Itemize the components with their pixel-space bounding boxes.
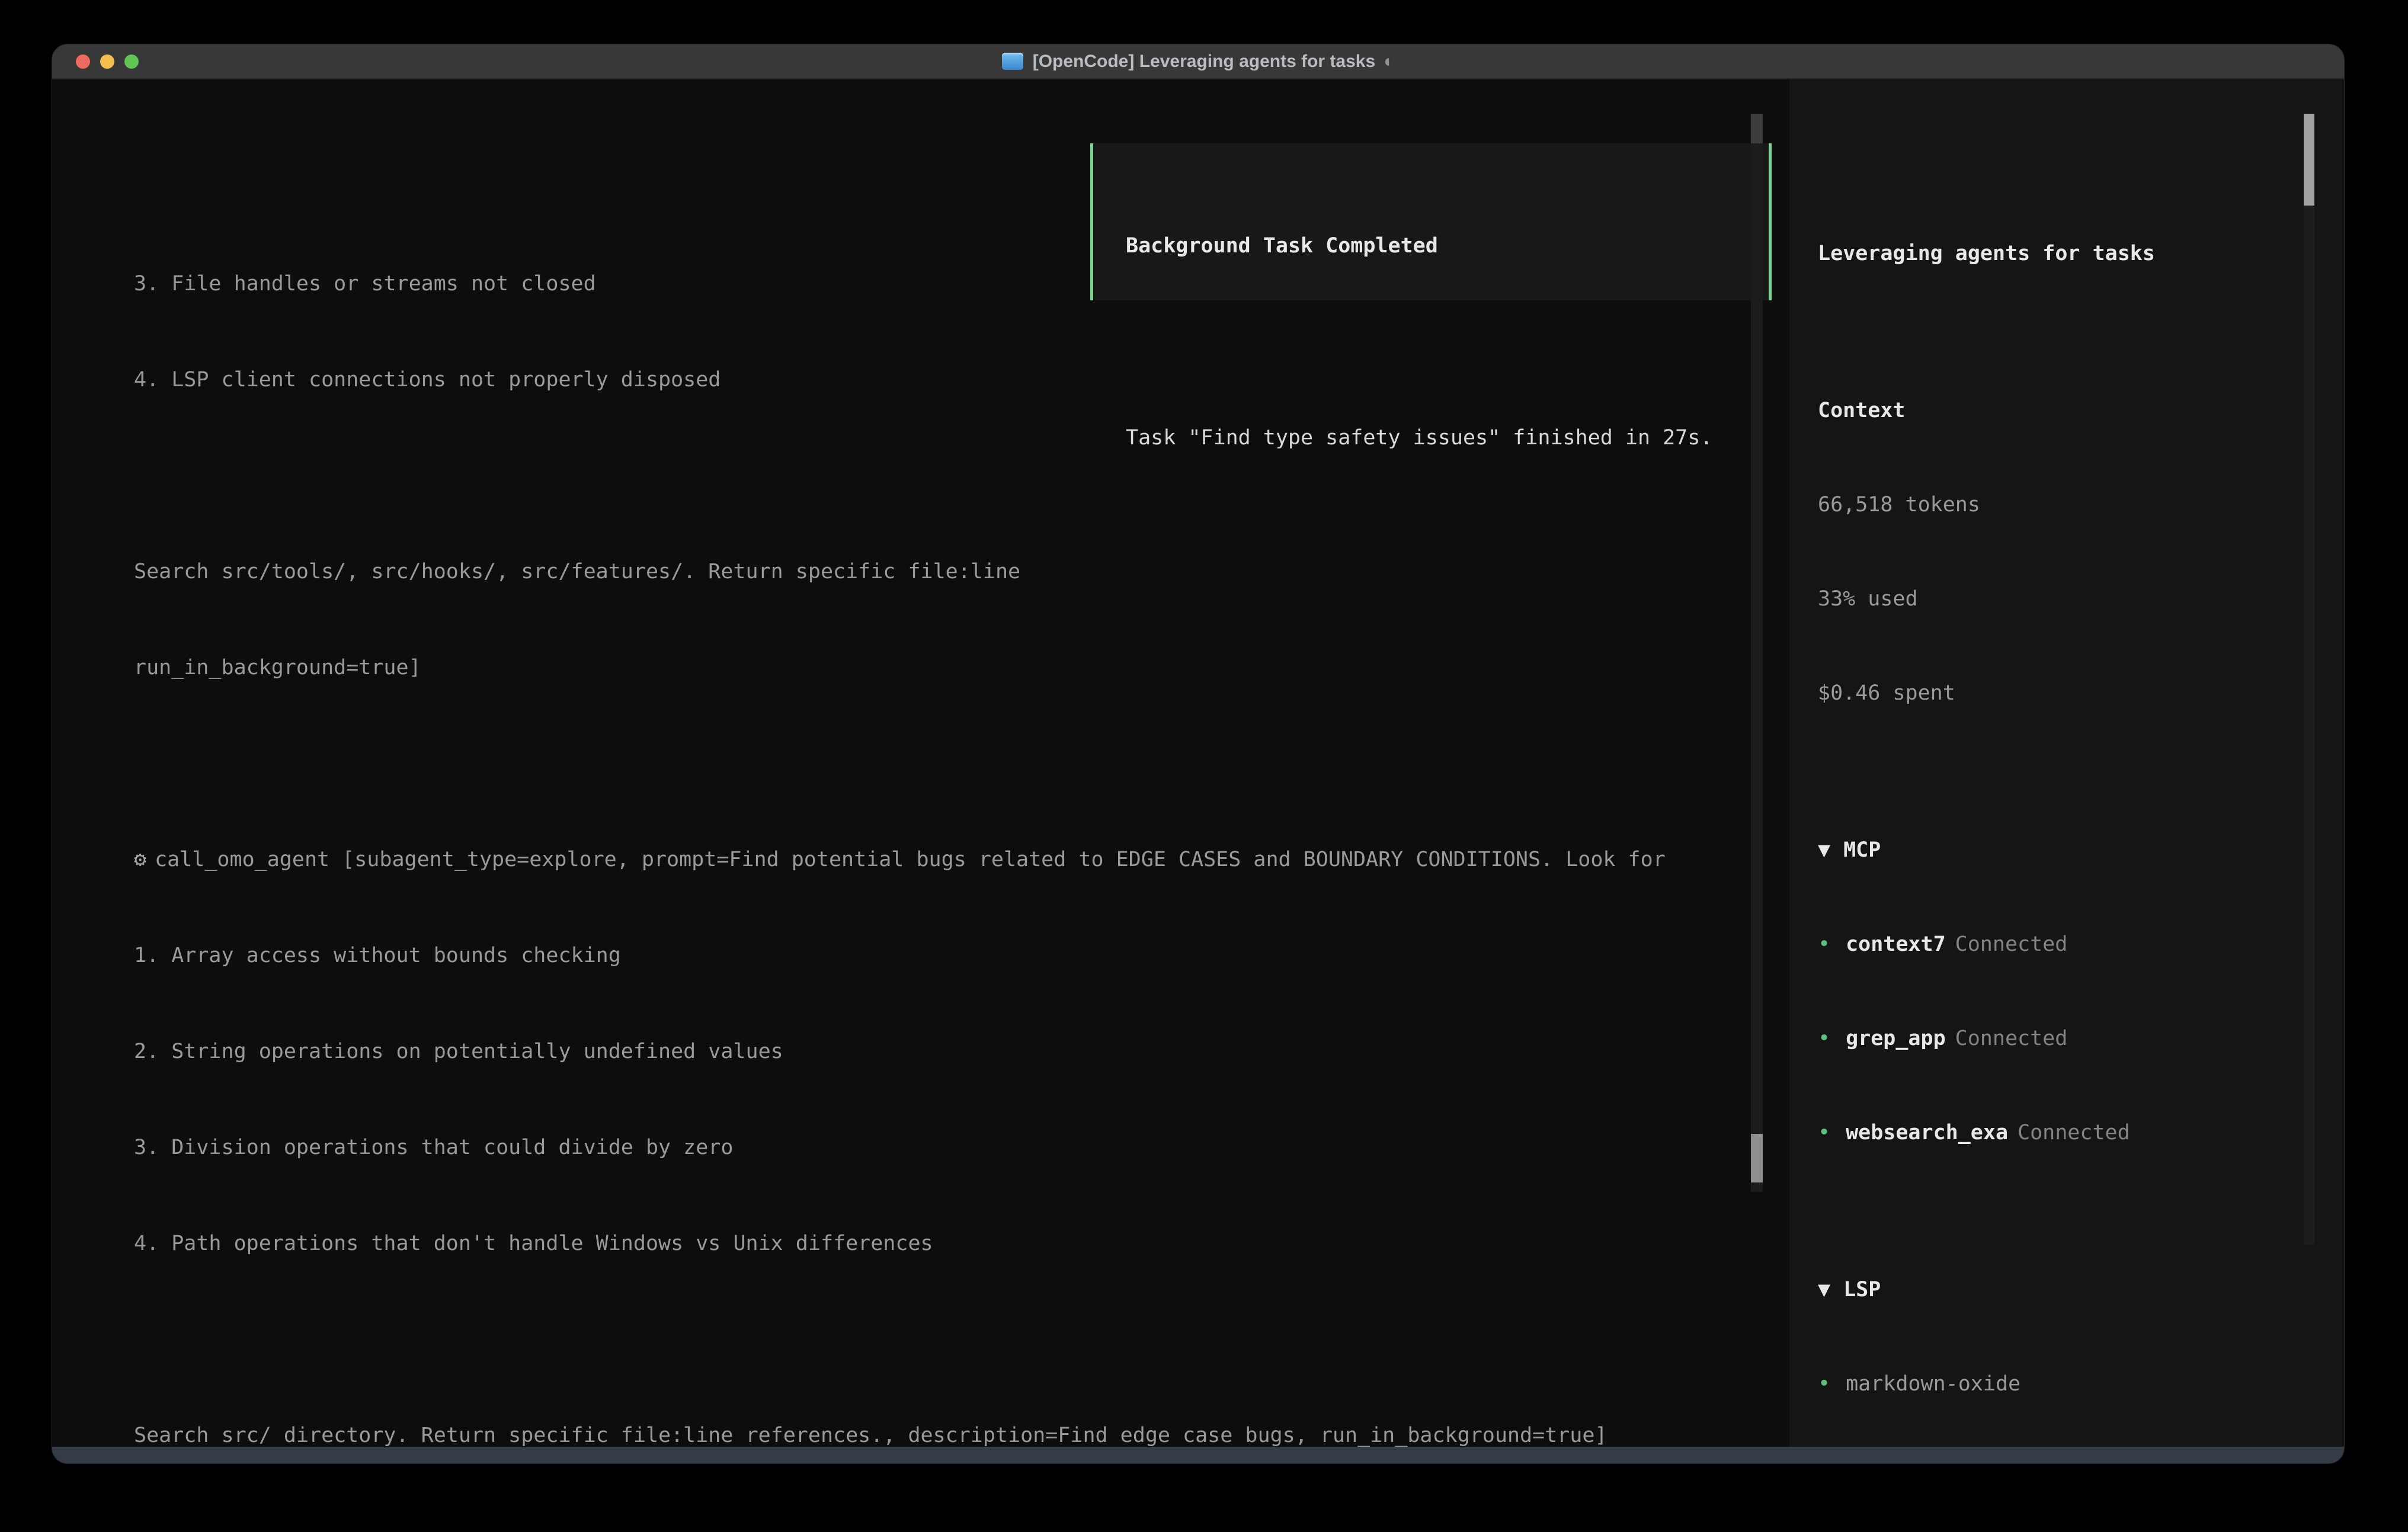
minimize-button[interactable] [100, 55, 114, 69]
chat-blank-line [134, 1323, 1789, 1355]
toast-body: Task "Find type safety issues" finished … [1126, 422, 1769, 454]
window-title-group: [OpenCode] Leveraging agents for tasks ◐ [1002, 52, 1395, 72]
context-tokens: 66,518 tokens [1818, 489, 2304, 521]
sidebar-scrollbar[interactable] [2304, 114, 2314, 1245]
chat-line: 4. Path operations that don't handle Win… [134, 1227, 1789, 1259]
chat-blank-line [134, 748, 1789, 780]
chat-line: Search src/ directory. Return specific f… [134, 1419, 1789, 1451]
context-heading: Context [1818, 395, 2304, 427]
lsp-section-header[interactable]: ▼LSP [1818, 1274, 2304, 1306]
session-title: Leveraging agents for tasks [1818, 238, 2304, 270]
title-bar[interactable]: [OpenCode] Leveraging agents for tasks ◐ [52, 44, 2344, 79]
chevron-down-icon: ▼ [1818, 838, 1830, 862]
bullet-icon: • [1818, 1027, 1830, 1050]
toast-title: Background Task Completed [1126, 230, 1769, 262]
chat-scrollbar-thumb-top[interactable] [1751, 114, 1763, 143]
sidebar-scrollbar-thumb[interactable] [2304, 114, 2314, 206]
gear-icon: ⚙ [134, 848, 146, 871]
traffic-lights [52, 44, 139, 78]
chat-line: run_in_background=true] [134, 652, 1789, 684]
chat-line: 2. String operations on potentially unde… [134, 1036, 1789, 1068]
tool-call-line: ⚙ call_omo_agent [subagent_type=explore, … [134, 844, 1789, 876]
desktop: { "window": { "title": "[OpenCode] Lever… [0, 0, 2408, 1532]
opencode-window: [OpenCode] Leveraging agents for tasks ◐… [52, 44, 2344, 1463]
toast-notification[interactable]: Background Task Completed Task "Find typ… [1090, 143, 1772, 300]
half-circle-icon: ◐ [1384, 52, 1394, 72]
bullet-icon: • [1818, 932, 1830, 956]
session-sidebar: Leveraging agents for tasks Context 66,5… [1789, 79, 2344, 1447]
zoom-button[interactable] [124, 55, 139, 69]
close-button[interactable] [76, 55, 90, 69]
chat-line: 1. Array access without bounds checking [134, 940, 1789, 972]
mcp-item: •websearch_exaConnected [1818, 1117, 2304, 1149]
context-spent: $0.46 spent [1818, 678, 2304, 709]
chat-scrollbar-thumb-bottom[interactable] [1751, 1134, 1763, 1182]
chat-scrollbar[interactable] [1751, 114, 1763, 1192]
lsp-item: •markdown-oxide [1818, 1368, 2304, 1400]
mcp-section-header[interactable]: ▼MCP [1818, 835, 2304, 866]
bullet-icon: • [1818, 1121, 1830, 1145]
chat-line: 3. Division operations that could divide… [134, 1132, 1789, 1164]
tool-call-text: call_omo_agent [subagent_type=explore, p… [155, 848, 1666, 871]
context-used: 33% used [1818, 584, 2304, 615]
mcp-item: •context7Connected [1818, 929, 2304, 960]
mcp-item: •grep_appConnected [1818, 1023, 2304, 1055]
bullet-icon: • [1818, 1372, 1830, 1396]
folder-icon [1002, 53, 1023, 70]
window-title: [OpenCode] Leveraging agents for tasks [1033, 52, 1375, 72]
chat-pane: 3. File handles or streams not closed 4.… [52, 79, 1789, 1447]
chevron-down-icon: ▼ [1818, 1278, 1830, 1302]
chat-line: Search src/tools/, src/hooks/, src/featu… [134, 556, 1789, 588]
